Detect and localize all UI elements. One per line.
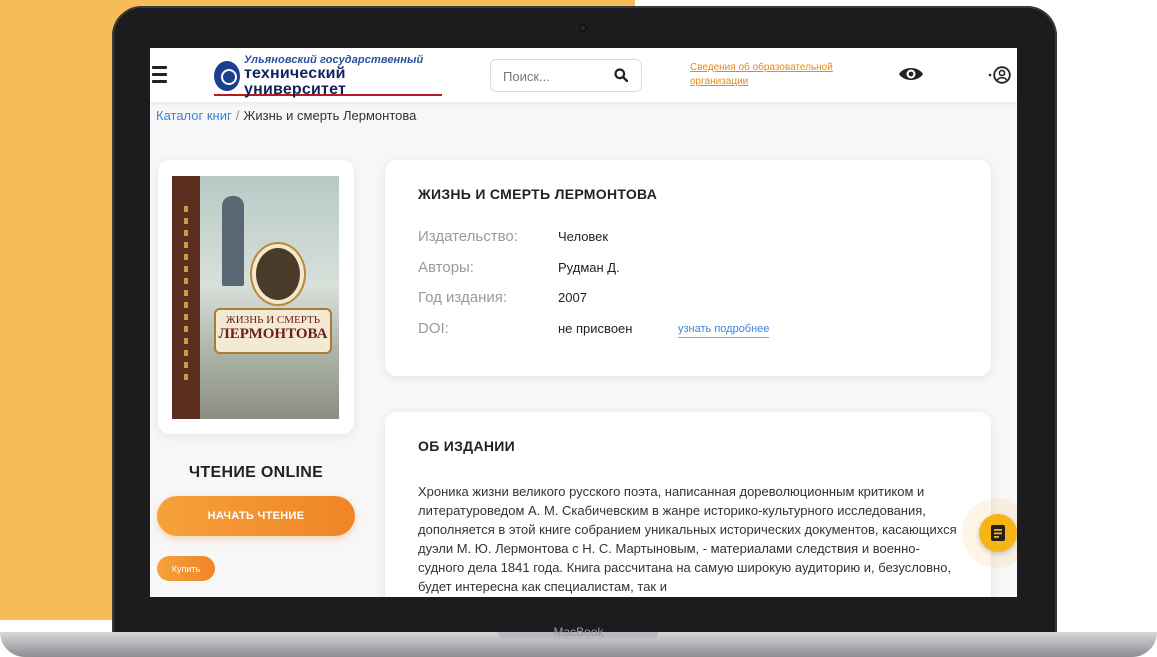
- search-icon[interactable]: [614, 68, 628, 82]
- header: Ульяновский государственный технический …: [150, 48, 1017, 102]
- book-cover-image: ЖИЗНЬ И СМЕРТЬ ЛЕРМОНТОВА: [172, 176, 339, 419]
- user-icon[interactable]: [988, 65, 1012, 85]
- about-text: Хроника жизни великого русского поэта, н…: [418, 484, 957, 594]
- about-title: ОБ ИЗДАНИИ: [418, 438, 515, 454]
- start-reading-button[interactable]: НАЧАТЬ ЧТЕНИЕ: [157, 496, 355, 536]
- laptop-brand: MacBook: [553, 625, 604, 639]
- buy-button[interactable]: Купить: [157, 556, 215, 581]
- org-info-link[interactable]: Сведения об образовательной организации: [690, 61, 850, 89]
- doi-value: не присвоен: [558, 321, 633, 336]
- university-logo[interactable]: Ульяновский государственный технический …: [214, 53, 442, 98]
- book-info-card: ЖИЗНЬ И СМЕРТЬ ЛЕРМОНТОВА Издательство: …: [385, 160, 991, 376]
- cover-title-line1: ЖИЗНЬ И СМЕРТЬ: [225, 314, 321, 326]
- search-input[interactable]: [501, 65, 605, 87]
- authors-value: Рудман Д.: [558, 260, 620, 275]
- info-row-doi: DOI: не присвоен узнать подробнее: [418, 320, 978, 342]
- emblem-icon: [214, 61, 240, 91]
- breadcrumb-catalog-link[interactable]: Каталог книг: [156, 108, 232, 123]
- logo-line2: технический университет: [244, 64, 346, 98]
- authors-label: Авторы:: [418, 259, 474, 276]
- info-row-publisher: Издательство: Человек: [418, 228, 978, 250]
- screen: Ульяновский государственный технический …: [150, 48, 1017, 597]
- doi-label: DOI:: [418, 320, 449, 337]
- logo-line1: Ульяновский государственный: [244, 53, 424, 66]
- about-card: ОБ ИЗДАНИИ Хроника жизни великого русско…: [385, 412, 991, 597]
- notes-icon: [991, 525, 1005, 541]
- reading-online-title: ЧТЕНИЕ ONLINE: [188, 464, 324, 481]
- info-row-authors: Авторы: Рудман Д.: [418, 259, 978, 281]
- eye-icon[interactable]: [898, 64, 924, 84]
- book-title: ЖИЗНЬ И СМЕРТЬ ЛЕРМОНТОВА: [418, 186, 658, 202]
- camera: [579, 24, 587, 32]
- year-value: 2007: [558, 290, 587, 305]
- cover-card: ЖИЗНЬ И СМЕРТЬ ЛЕРМОНТОВА: [158, 160, 354, 434]
- info-row-year: Год издания: 2007: [418, 289, 978, 311]
- publisher-label: Издательство:: [418, 228, 518, 245]
- doi-more-link[interactable]: узнать подробнее: [678, 323, 770, 338]
- search-box: [490, 59, 642, 92]
- year-label: Год издания:: [418, 289, 508, 306]
- menu-icon[interactable]: [152, 66, 167, 83]
- breadcrumb: Каталог книг / Жизнь и смерть Лермонтова: [156, 108, 416, 123]
- cover-title-line2: ЛЕРМОНТОВА: [218, 326, 328, 342]
- breadcrumb-current: Жизнь и смерть Лермонтова: [243, 108, 417, 123]
- notes-fab-button[interactable]: [979, 514, 1017, 552]
- cover-title: ЖИЗНЬ И СМЕРТЬ ЛЕРМОНТОВА: [214, 308, 332, 354]
- publisher-value: Человек: [558, 229, 609, 244]
- breadcrumb-separator: /: [235, 108, 240, 123]
